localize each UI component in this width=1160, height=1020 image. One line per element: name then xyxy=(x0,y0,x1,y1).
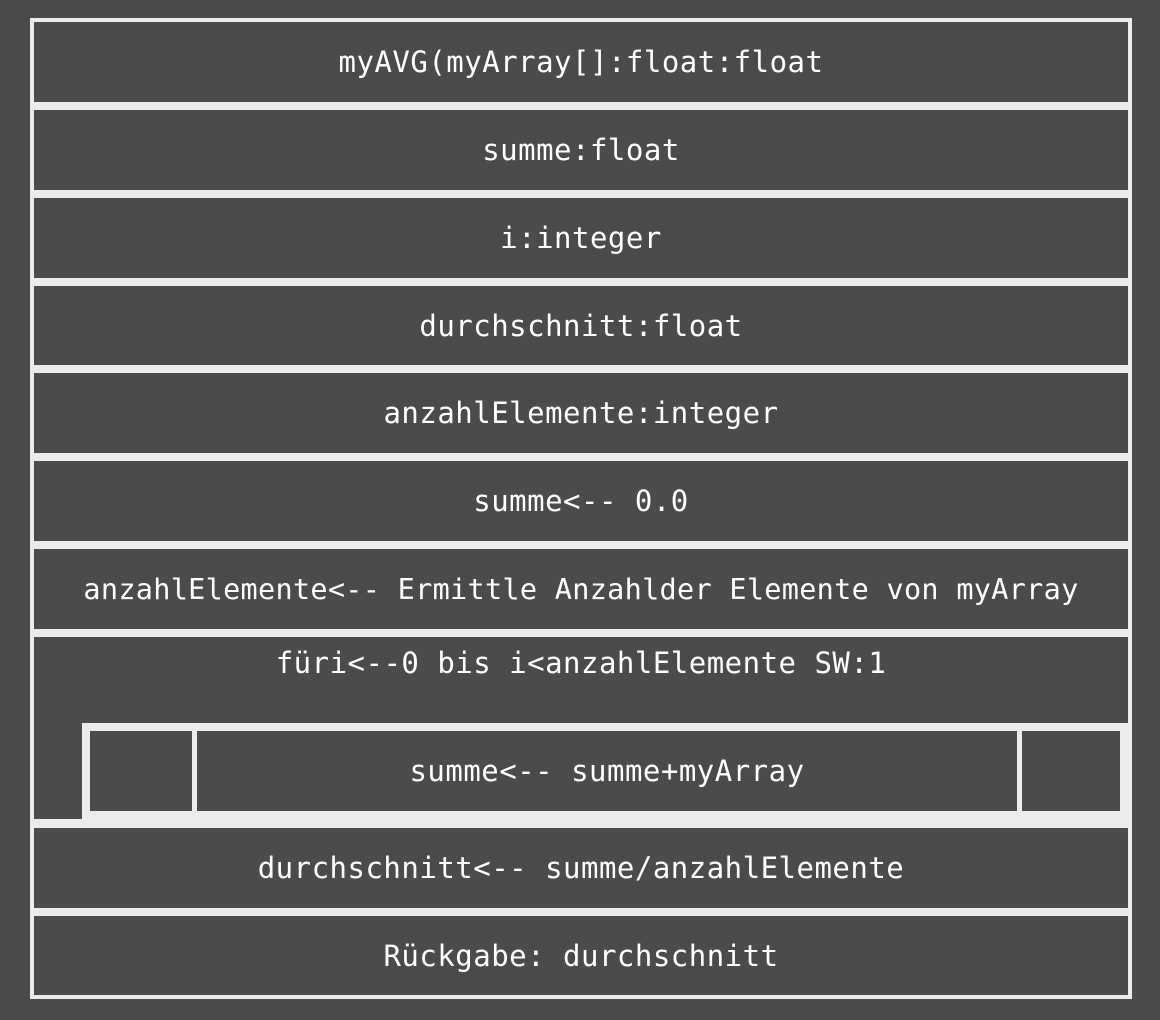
struktogramm: myAVG(myArray[]:float:float summe:float … xyxy=(30,18,1132,999)
statement-return: Rückgabe: durchschnitt xyxy=(34,916,1128,995)
for-loop-header: füri<--0 bis i<anzahlElemente SW:1 xyxy=(275,646,887,680)
loop-body-right-cell xyxy=(1022,731,1120,811)
declaration-summe: summe:float xyxy=(34,110,1128,190)
for-loop-body: summe<-- summe+myArray xyxy=(82,723,1128,819)
statement-init-summe: summe<-- 0.0 xyxy=(34,461,1128,541)
for-loop: füri<--0 bis i<anzahlElemente SW:1 summe… xyxy=(34,637,1128,819)
declaration-durchschnitt: durchschnitt:float xyxy=(34,286,1128,365)
statement-count-elements: anzahlElemente<-- Ermittle Anzahlder Ele… xyxy=(34,549,1128,629)
function-header: myAVG(myArray[]:float:float xyxy=(34,22,1128,102)
declaration-anzahlelemente: anzahlElemente:integer xyxy=(34,373,1128,453)
loop-body-left-cell xyxy=(90,731,192,811)
loop-body-statement: summe<-- summe+myArray xyxy=(197,731,1017,811)
declaration-i: i:integer xyxy=(34,198,1128,278)
statement-compute-average: durchschnitt<-- summe/anzahlElemente xyxy=(34,828,1128,908)
